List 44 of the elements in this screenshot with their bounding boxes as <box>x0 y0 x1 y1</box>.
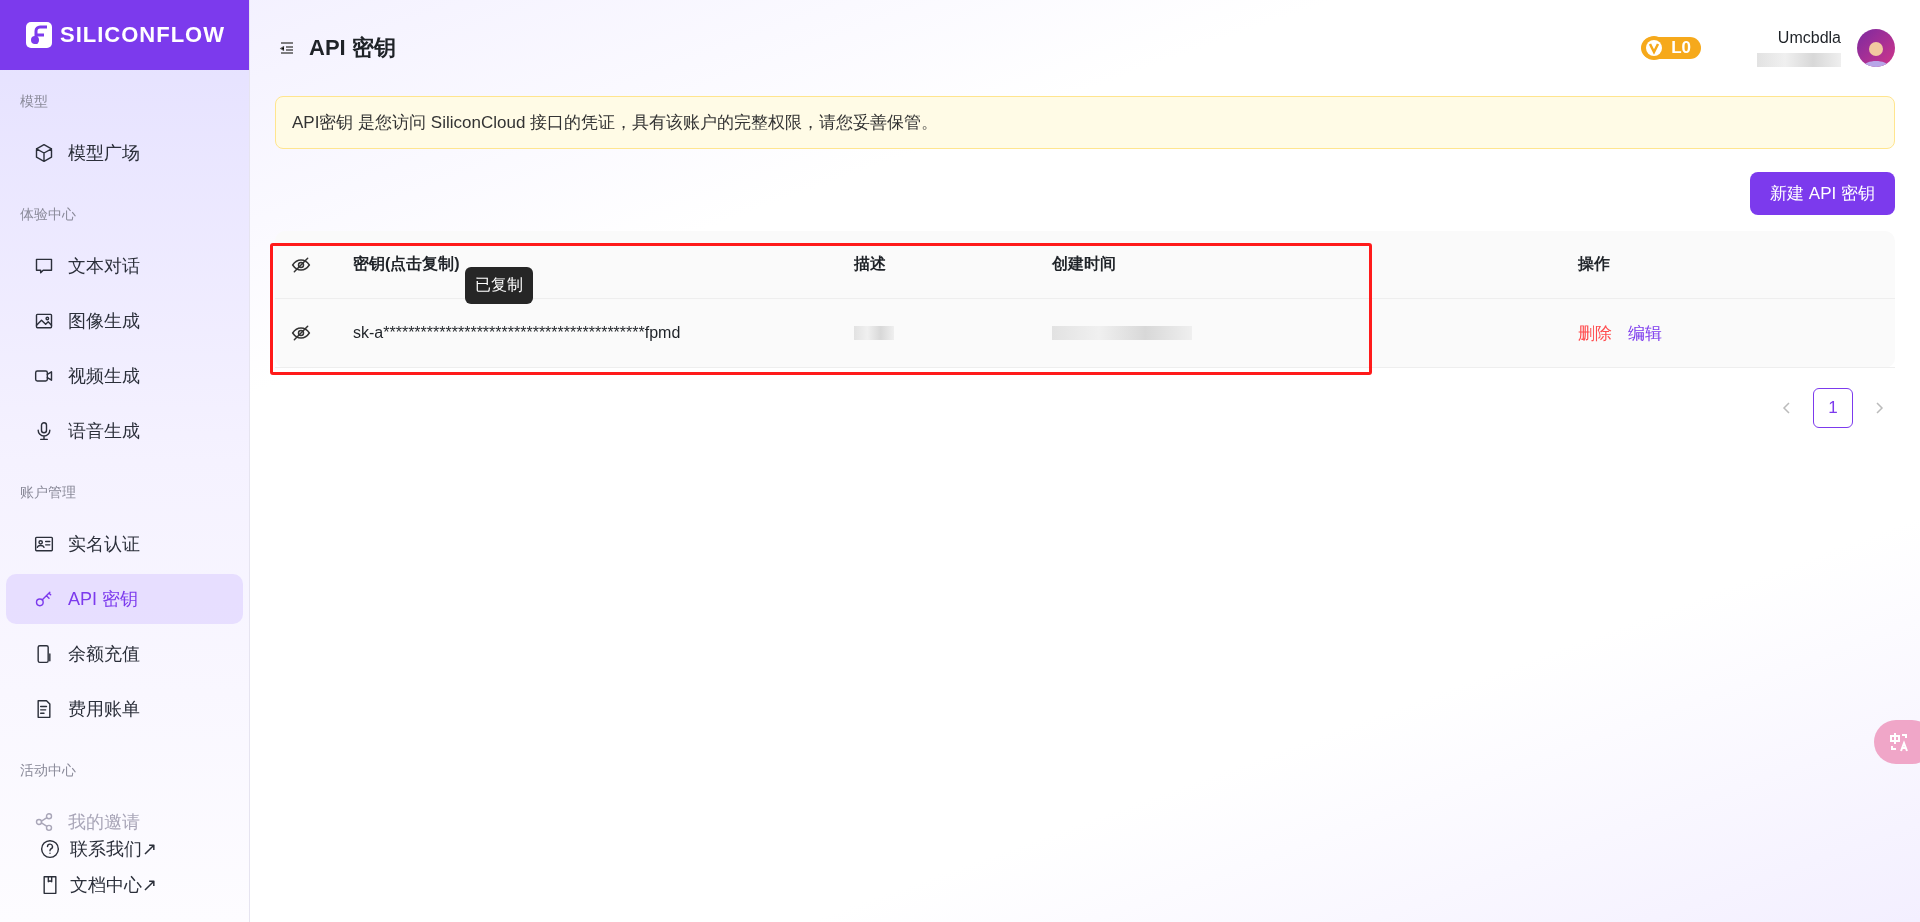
action-link[interactable]: 编辑 <box>1628 321 1662 345</box>
sidebar-link[interactable]: 文档中心↗ <box>0 867 249 903</box>
sidebar-item[interactable]: 语音生成 <box>6 406 243 456</box>
section-title: 账户管理 <box>19 483 77 502</box>
page-button[interactable]: 1 <box>1813 388 1853 428</box>
logo-icon <box>26 22 52 48</box>
column-header: 描述 <box>838 231 1036 299</box>
id-card-icon <box>34 534 54 554</box>
help-icon <box>40 839 60 859</box>
key-icon <box>34 589 54 609</box>
chat-icon <box>34 256 54 276</box>
sidebar-link[interactable]: 联系我们↗ <box>0 831 249 867</box>
section-title: 活动中心 <box>19 761 77 780</box>
level-badge: L0 <box>1641 37 1701 59</box>
sidebar-item[interactable]: 视频生成 <box>6 351 243 401</box>
column-header: 创建时间 <box>1036 231 1562 299</box>
cube-icon <box>34 143 54 163</box>
sidebar-item[interactable]: API 密钥 <box>6 574 243 624</box>
book-icon <box>40 875 60 895</box>
sidebar-item[interactable]: 文本对话 <box>6 241 243 291</box>
new-api-key-button[interactable]: 新建 API 密钥 <box>1750 172 1895 215</box>
api-key-text[interactable]: sk-a******************************************fpmd <box>353 324 681 342</box>
image-icon <box>34 311 54 331</box>
sidebar-item[interactable]: 余额充值 <box>6 629 243 679</box>
sidebar-item[interactable]: 实名认证 <box>6 519 243 569</box>
sidebar-item[interactable]: 图像生成 <box>6 296 243 346</box>
user-name: Umcbdla <box>1777 29 1841 47</box>
share-icon <box>34 812 54 832</box>
page-title: API 密钥 <box>309 34 396 62</box>
collapse-menu-icon[interactable] <box>279 40 295 56</box>
sidebar-item[interactable]: 模型广场 <box>6 128 243 178</box>
redacted-text <box>854 326 894 340</box>
phone-dollar-icon <box>34 644 54 664</box>
column-header: 操作 <box>1562 231 1895 299</box>
copied-tooltip: 已复制 <box>465 267 533 304</box>
avatar[interactable] <box>1857 29 1895 67</box>
sidebar-item[interactable]: 费用账单 <box>6 684 243 734</box>
eye-off-icon[interactable] <box>291 323 311 343</box>
bill-icon <box>34 699 54 719</box>
notice-banner: API密钥 是您访问 SiliconCloud 接口的凭证，具有该账户的完整权限，请您妥善保管。 <box>275 96 1895 149</box>
section-title: 模型 <box>19 92 49 111</box>
translate-icon <box>1888 731 1910 753</box>
brand-name: SILICONFLOW <box>60 22 225 48</box>
section-title: 体验中心 <box>19 205 77 224</box>
